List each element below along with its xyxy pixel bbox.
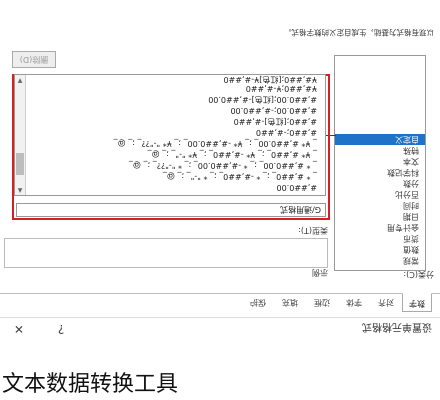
sample-box bbox=[4, 238, 328, 268]
format-item[interactable]: #,##0;-#,##0 bbox=[25, 126, 325, 138]
tab-number[interactable]: 数字 bbox=[402, 293, 432, 312]
category-item-percentage[interactable]: 百分比 bbox=[335, 189, 425, 200]
category-list[interactable]: 常规 数值 货币 会计专用 日期 时间 百分比 分数 科学记数 文本 特殊 自定… bbox=[334, 55, 426, 271]
category-item-special[interactable]: 特殊 bbox=[335, 145, 425, 156]
category-item-scientific[interactable]: 科学记数 bbox=[335, 167, 425, 178]
screenshot-stage: 设置单元格格式 ? ✕ 数字 对齐 字体 边框 填充 保护 分类(C): 常规 … bbox=[0, 0, 440, 400]
format-item[interactable]: #,##0.00;-#,##0.00 bbox=[25, 104, 325, 116]
category-item-number[interactable]: 数值 bbox=[335, 244, 425, 255]
tab-font[interactable]: 字体 bbox=[340, 295, 368, 310]
type-label: 类型(T): bbox=[298, 226, 328, 235]
format-list[interactable]: #,##0.00 _ * #,##0_ ;_ * -#,##0_ ;_ * "-… bbox=[14, 74, 326, 196]
tab-strip: 数字 对齐 字体 边框 填充 保护 bbox=[0, 293, 440, 312]
format-item[interactable]: _ ¥* #,##0.00_ ;_ ¥* -#,##0.00_ ;_ ¥* "-… bbox=[25, 137, 325, 149]
category-item-currency[interactable]: 货币 bbox=[335, 233, 425, 244]
close-icon[interactable]: ✕ bbox=[10, 320, 28, 338]
format-list-scrollbar[interactable]: ▲ ▼ bbox=[15, 75, 26, 195]
category-item-general[interactable]: 常规 bbox=[335, 255, 425, 266]
format-item[interactable]: #,##0.00 bbox=[25, 181, 325, 193]
caption-text: 文本数据转换工具 bbox=[2, 372, 179, 397]
format-cells-dialog: 设置单元格格式 ? ✕ 数字 对齐 字体 边框 填充 保护 分类(C): 常规 … bbox=[0, 0, 440, 340]
sample-label: 示例 bbox=[312, 268, 328, 277]
help-icon[interactable]: ? bbox=[52, 320, 70, 338]
category-item-time[interactable]: 时间 bbox=[335, 200, 425, 211]
delete-button[interactable]: 删除(D) bbox=[12, 51, 56, 68]
description-text: 以现有格式为基础，生成自定义的数字格式。 bbox=[284, 28, 434, 37]
dialog-title: 设置单元格格式 bbox=[362, 321, 432, 332]
category-item-date[interactable]: 日期 bbox=[335, 211, 425, 222]
format-item[interactable]: _ * #,##0.00_ ;_ * -#,##0.00_ ;_ * "-"??… bbox=[25, 159, 325, 171]
category-item-text[interactable]: 文本 bbox=[335, 156, 425, 167]
category-item-accounting[interactable]: 会计专用 bbox=[335, 222, 425, 233]
format-item[interactable]: ¥#,##0;[红色]¥-#,##0 bbox=[25, 74, 325, 85]
format-item[interactable]: _ ¥* #,##0_ ;_ ¥* -#,##0_ ;_ ¥* "-"_ ;_ … bbox=[25, 148, 325, 160]
title-bar: 设置单元格格式 ? ✕ bbox=[0, 317, 440, 340]
format-item[interactable]: #,##0;[红色]-#,##0 bbox=[25, 115, 325, 127]
tab-fill[interactable]: 填充 bbox=[276, 295, 304, 310]
category-item-custom[interactable]: 自定义 bbox=[335, 134, 425, 145]
format-item[interactable]: #,##0.00;[红色]-#,##0.00 bbox=[25, 93, 325, 105]
tab-protection[interactable]: 保护 bbox=[244, 295, 272, 310]
tab-border[interactable]: 边框 bbox=[308, 295, 336, 310]
scrollbar-thumb[interactable] bbox=[16, 153, 24, 175]
scroll-down-arrow-icon[interactable]: ▼ bbox=[15, 75, 25, 85]
category-item-fraction[interactable]: 分数 bbox=[335, 178, 425, 189]
scroll-up-arrow-icon[interactable]: ▲ bbox=[15, 185, 25, 195]
type-input[interactable]: G/通用格式 bbox=[16, 203, 326, 217]
format-item[interactable]: _ * #,##0_ ;_ * -#,##0_ ;_ * "-"_ ;_ @_ bbox=[25, 170, 325, 182]
tab-alignment[interactable]: 对齐 bbox=[372, 295, 400, 310]
rotated-dialog-content: 设置单元格格式 ? ✕ 数字 对齐 字体 边框 填充 保护 分类(C): 常规 … bbox=[0, 0, 440, 340]
